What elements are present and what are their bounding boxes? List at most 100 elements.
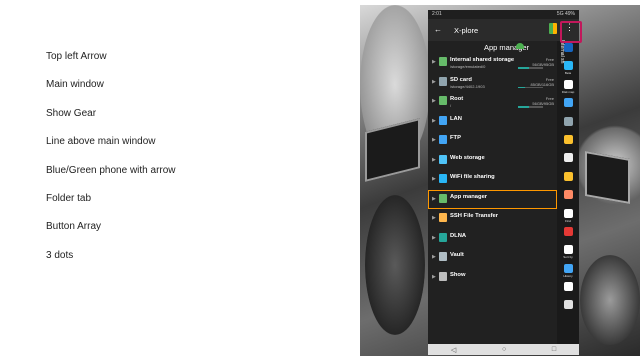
lan-icon	[439, 115, 447, 125]
chevron-right-icon[interactable]: ▶	[432, 176, 436, 182]
photo-person-shape	[365, 195, 425, 335]
chevron-right-icon[interactable]: ▶	[432, 137, 436, 143]
nav-back-icon[interactable]: ◁	[451, 346, 456, 354]
sd-card-icon	[439, 76, 447, 86]
chevron-right-icon[interactable]: ▶	[432, 98, 436, 104]
ssh-icon	[439, 213, 447, 222]
android-icon	[516, 43, 524, 49]
file-icon	[563, 153, 573, 163]
folder-tab[interactable]: Internal sh	[559, 40, 565, 63]
apps-grid-icon	[563, 282, 573, 292]
app-bar: ← X-plore ⋮	[428, 19, 579, 41]
button-array-toolbar: Beta Disk map Find Sort by History	[557, 41, 579, 346]
toolbar-button-label: Beta	[564, 71, 572, 76]
list-item[interactable]: ▶ SSH File Transfer	[428, 209, 557, 229]
list-item[interactable]: ▶ Show	[428, 268, 557, 288]
share-icon	[563, 190, 573, 200]
cloud-icon	[439, 154, 447, 164]
history-icon	[563, 263, 573, 273]
highlight-box	[560, 21, 582, 43]
usage-bar-fill	[518, 86, 525, 88]
chevron-right-icon[interactable]: ▶	[432, 59, 436, 65]
usage-bar-fill	[518, 106, 529, 108]
list-item[interactable]: ▶ Vault	[428, 248, 557, 268]
chevron-right-icon[interactable]: ▶	[432, 79, 436, 85]
list-item-label: WiFi file sharing	[450, 174, 495, 180]
toolbar-button-label: History	[563, 273, 573, 278]
android-icon	[439, 193, 447, 203]
toolbar-button[interactable]	[557, 280, 579, 298]
dlna-icon	[439, 232, 447, 242]
toolbar-button[interactable]	[557, 96, 579, 114]
list-item-label: Web storage	[450, 154, 485, 161]
chevron-right-icon[interactable]: ▶	[432, 196, 436, 202]
usage-bar	[518, 67, 543, 69]
list-item[interactable]: ▶ FTP	[428, 131, 557, 151]
toolbar-button[interactable]: Sort by	[557, 243, 579, 261]
more-icon	[563, 300, 573, 310]
toolbar-button-label: Disk map	[561, 89, 575, 94]
status-time: 2:01	[432, 11, 442, 17]
chevron-right-icon[interactable]: ▶	[432, 274, 436, 280]
wifi-icon	[439, 174, 447, 183]
toolbar-button[interactable]	[557, 225, 579, 243]
gear-icon	[439, 271, 447, 281]
list-item[interactable]: ▶ Web storage	[428, 151, 557, 171]
storage-list: ▶ Internal shared storage/storage/emulate…	[428, 53, 557, 287]
note-item: Show Gear	[46, 107, 97, 119]
status-bar: 2:01 5G 49%	[428, 10, 579, 19]
toolbar-button-label: Find	[565, 218, 571, 223]
list-item[interactable]: ▶ DLNA	[428, 229, 557, 249]
folder-icon	[563, 171, 573, 181]
toolbar-button[interactable]	[557, 298, 579, 316]
list-item[interactable]: ▶ WiFi file sharing	[428, 170, 557, 190]
app-title: X-plore	[454, 25, 479, 35]
slide: Top left Arrow Main window Show Gear Lin…	[0, 0, 640, 360]
list-item-path: /	[450, 103, 452, 108]
toolbar-button[interactable]: Disk map	[557, 78, 579, 96]
edit-icon	[563, 98, 573, 108]
photo-laptop	[585, 151, 630, 204]
app-manager-icon[interactable]	[549, 23, 557, 34]
nav-home-icon[interactable]: ○	[502, 346, 506, 353]
photo-person-shape	[580, 255, 640, 345]
usage-bar	[518, 106, 543, 108]
chevron-right-icon[interactable]: ▶	[432, 254, 436, 260]
note-item: Blue/Green phone with arrow	[46, 164, 176, 176]
list-item-path: /storage/emulated/0	[450, 64, 486, 69]
list-item[interactable]: ▶ SD card/storage/4402-1903 Free 85GB/116GB	[428, 73, 557, 93]
chevron-right-icon[interactable]: ▶	[432, 215, 436, 221]
android-nav-bar: ◁ ○ □	[428, 344, 579, 355]
delete-icon	[563, 226, 573, 236]
list-item-label: App manager	[450, 193, 488, 200]
list-item-label: SD card	[450, 76, 472, 83]
find-icon	[563, 208, 573, 218]
list-item[interactable]: ▶ LAN	[428, 112, 557, 132]
toolbar-button[interactable]	[557, 170, 579, 188]
list-item-label: Root	[450, 96, 464, 102]
back-arrow-icon[interactable]: ←	[434, 26, 442, 34]
list-item[interactable]: ▶ Root / Free 56GB/95GB	[428, 92, 557, 112]
toolbar-button[interactable]	[557, 115, 579, 133]
root-icon	[439, 96, 447, 105]
list-item[interactable]: ▶ App manager	[428, 189, 557, 209]
nav-recent-icon[interactable]: □	[552, 346, 556, 353]
list-item-label: Vault	[450, 252, 464, 258]
free-space: Free 56GB/95GB	[532, 57, 554, 67]
disk-map-icon	[563, 79, 573, 89]
note-item: Top left Arrow	[46, 51, 107, 62]
note-item: 3 dots	[46, 249, 74, 261]
toolbar-button[interactable]	[557, 133, 579, 151]
chevron-right-icon[interactable]: ▶	[432, 157, 436, 163]
toolbar-button[interactable]	[557, 188, 579, 206]
phone-screen: 2:01 5G 49% ← X-plore ⋮ App manager ▶ Int…	[428, 10, 579, 355]
chevron-right-icon[interactable]: ▶	[432, 118, 436, 124]
chevron-right-icon[interactable]: ▶	[432, 235, 436, 241]
toolbar-button[interactable]: History	[557, 262, 579, 280]
list-item-label: DLNA	[450, 232, 467, 239]
usage-bar	[518, 86, 543, 88]
list-item[interactable]: ▶ Internal shared storage/storage/emulate…	[428, 53, 557, 73]
toolbar-button[interactable]	[557, 151, 579, 169]
toolbar-button[interactable]: Find	[557, 207, 579, 225]
vault-icon	[439, 252, 447, 261]
